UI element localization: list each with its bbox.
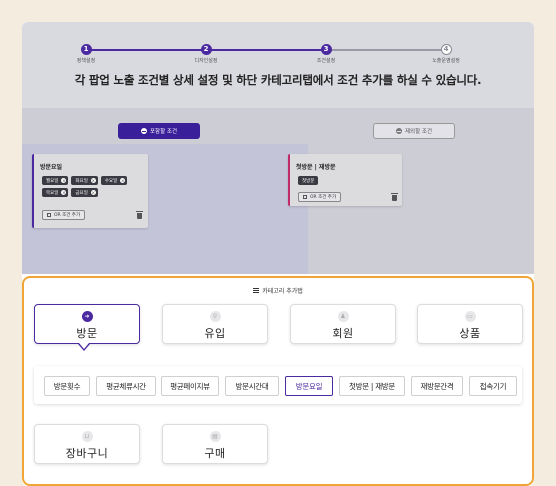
or-label: OR 조건 추가 <box>54 213 81 218</box>
step-label: 디자인설정 <box>194 58 218 64</box>
sheet-title: 카테고리 추가탭 <box>24 286 532 295</box>
close-icon[interactable]: × <box>61 190 67 195</box>
condition-title: 방문요일 <box>40 164 63 171</box>
add-or-condition-button[interactable]: OR 조건 추가 <box>298 192 342 202</box>
search-icon: ⚲ <box>209 311 221 322</box>
exclude-condition-button[interactable]: 제외할 조건 <box>373 123 455 139</box>
cart-icon: ⊔ <box>81 431 93 442</box>
chip-label: 월요일 <box>46 178 59 184</box>
step-1[interactable]: 1 정책설정 <box>46 44 126 64</box>
chip-monday[interactable]: 월요일 × <box>42 176 69 185</box>
close-icon[interactable]: × <box>90 178 96 183</box>
category-label: 상품 <box>459 327 481 340</box>
sub-visit-day[interactable]: 방문요일 <box>285 376 333 396</box>
add-or-condition-button[interactable]: OR 조건 추가 <box>42 210 86 220</box>
list-icon <box>303 195 307 199</box>
product-icon: ▭ <box>464 311 476 322</box>
close-icon[interactable]: × <box>61 178 67 183</box>
category-product[interactable]: ▭ 상품 <box>417 304 523 344</box>
page-headline: 각 팝업 노출 조건별 상세 설정 및 하단 카테고리탭에서 조건 추가를 하실… <box>74 73 482 87</box>
category-label: 장바구니 <box>65 447 109 460</box>
category-label: 방문 <box>76 327 98 340</box>
chip-tuesday[interactable]: 화요일 × <box>71 176 98 185</box>
chip-friday[interactable]: 금요일 × <box>71 188 98 197</box>
chip-wednesday[interactable]: 수요일 × <box>100 176 128 185</box>
step-label: 조건설정 <box>316 58 336 64</box>
chip-label: 화요일 <box>75 178 88 184</box>
step-number: 3 <box>320 44 332 55</box>
sub-avg-stay-time[interactable]: 평균체류시간 <box>96 376 156 396</box>
condition-card-first-revisit: 첫방문 | 재방문 첫방문 OR 조건 추가 <box>288 154 402 206</box>
member-icon: ♟ <box>337 311 349 322</box>
sheet-title-text: 카테고리 추가탭 <box>262 288 303 295</box>
selected-caret <box>78 343 90 351</box>
step-number: 4 <box>440 44 452 55</box>
step-label: 정책설정 <box>76 58 96 64</box>
trash-icon[interactable] <box>391 193 398 201</box>
close-icon[interactable]: × <box>120 178 126 183</box>
step-label: 노출운영설정 <box>432 58 460 64</box>
progress-stepper: 1 정책설정 2 디자인설정 3 조건설정 4 노출운영설정 <box>22 22 534 72</box>
chip-label: 금요일 <box>75 190 88 196</box>
trash-icon[interactable] <box>136 211 143 219</box>
exclude-condition-label: 제외할 조건 <box>404 129 433 135</box>
sub-avg-pageview[interactable]: 평균페이지뷰 <box>161 376 219 396</box>
login-icon: ➜ <box>81 311 93 322</box>
minus-circle-icon <box>140 128 147 134</box>
close-icon[interactable]: × <box>90 190 96 195</box>
sub-visit-count[interactable]: 방문횟수 <box>44 376 90 396</box>
category-label: 유입 <box>204 327 226 340</box>
category-visit[interactable]: ➜ 방문 <box>34 304 140 344</box>
sub-revisit-interval[interactable]: 재방문간격 <box>411 376 463 396</box>
sub-device[interactable]: 접속기기 <box>469 376 517 396</box>
category-inflow[interactable]: ⚲ 유입 <box>162 304 268 344</box>
minus-circle-icon <box>395 128 402 134</box>
category-add-sheet: 카테고리 추가탭 ➜ 방문 ⚲ 유입 ♟ 회원 ▭ 상품 방문횟수 평균체류시간… <box>22 276 534 486</box>
condition-chips: 월요일 × 화요일 × 수요일 × 목요일 × 금요일 × <box>42 176 142 197</box>
category-member[interactable]: ♟ 회원 <box>290 304 396 344</box>
step-3[interactable]: 3 조건설정 <box>286 44 366 64</box>
step-4[interactable]: 4 노출운영설정 <box>406 44 486 64</box>
category-label: 구매 <box>204 447 226 460</box>
condition-card-visit-day: 방문요일 월요일 × 화요일 × 수요일 × 목요일 × 금요일 × OR 조건 추가 <box>32 154 148 228</box>
purchase-icon: ▤ <box>209 431 221 442</box>
chip-thursday[interactable]: 목요일 × <box>42 188 69 197</box>
list-icon <box>253 288 260 293</box>
include-condition-label: 포함할 조건 <box>149 129 178 135</box>
sub-visit-time[interactable]: 방문시간대 <box>225 376 279 396</box>
chip-label: 첫방문 <box>302 178 315 184</box>
condition-title: 첫방문 | 재방문 <box>296 164 336 171</box>
sub-first-revisit[interactable]: 첫방문 | 재방문 <box>339 376 405 396</box>
category-cart[interactable]: ⊔ 장바구니 <box>34 424 140 464</box>
chip-first-visit[interactable]: 첫방문 <box>298 176 319 185</box>
category-label: 회원 <box>332 327 354 340</box>
step-number: 1 <box>80 44 92 55</box>
chip-label: 수요일 <box>104 178 118 184</box>
condition-chips: 첫방문 <box>298 176 398 185</box>
category-purchase[interactable]: ▤ 구매 <box>162 424 268 464</box>
or-label: OR 조건 추가 <box>310 195 337 200</box>
step-2[interactable]: 2 디자인설정 <box>166 44 246 64</box>
chip-label: 목요일 <box>46 190 59 196</box>
step-number: 2 <box>200 44 212 55</box>
list-icon <box>47 213 51 217</box>
include-condition-button[interactable]: 포함할 조건 <box>118 123 200 139</box>
